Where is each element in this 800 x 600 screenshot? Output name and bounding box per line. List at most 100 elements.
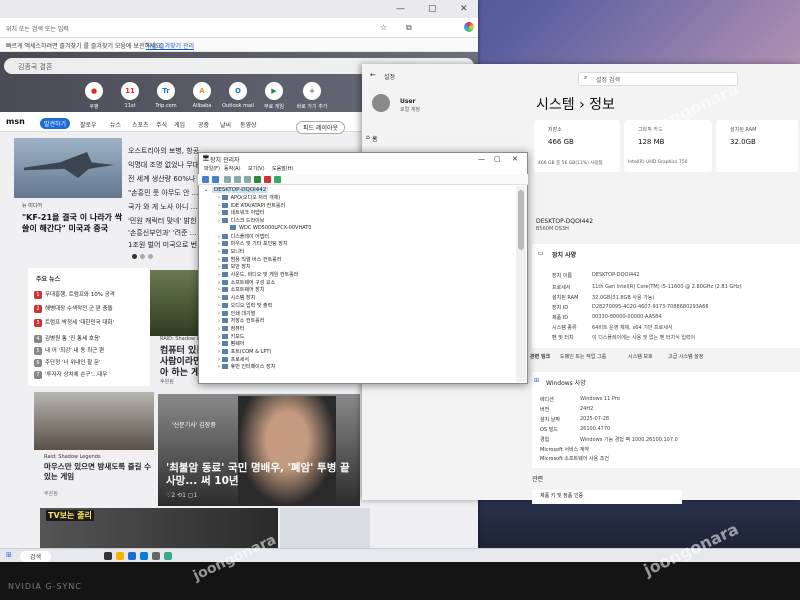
back-icon[interactable]: [202, 176, 209, 183]
device-tree-child[interactable]: WDC WD5000LPCX-00VHAT0: [230, 224, 311, 231]
device-category[interactable]: › 시스템 장치: [218, 294, 255, 301]
scan-icon[interactable]: [244, 176, 251, 183]
user-avatar[interactable]: [372, 94, 390, 112]
app-icon[interactable]: [164, 552, 172, 560]
top-news-item[interactable]: 5내 어 '최강' 내 동 최근 편: [34, 346, 154, 355]
manage-favorites-link[interactable]: 지금 즐겨찾기 관리: [146, 41, 194, 50]
minimize-icon[interactable]: —: [396, 4, 405, 14]
feature-news-headline[interactable]: '최불암 동료' 국민 명배우, '폐암' 투병 끝 사망... 써 10년: [166, 462, 356, 488]
msn-tab[interactable]: 동영상: [240, 120, 257, 129]
msn-tab[interactable]: 뉴스: [110, 120, 121, 129]
related-link-domain[interactable]: 도메인 또는 작업 그룹: [560, 353, 606, 360]
top-news-item[interactable]: 7 '투자자 상치에 손구'...대우: [34, 370, 154, 379]
start-icon[interactable]: ⊞: [6, 551, 12, 559]
device-category[interactable]: › 보안 장치: [218, 263, 251, 270]
maximize-icon[interactable]: ▢: [494, 155, 501, 163]
extensions-icon[interactable]: ⧉: [406, 23, 412, 33]
device-category[interactable]: › 디스크 드라이브: [218, 217, 264, 224]
quicklink-tile-5[interactable]: ▶ 무료 게임: [256, 82, 292, 110]
device-category[interactable]: › 키보드: [218, 333, 244, 340]
menu-view[interactable]: 보기(V): [248, 165, 265, 172]
device-category[interactable]: › 프로세서: [218, 356, 249, 363]
top-news-item[interactable]: 3 트럼프 박정세 '대한민국 대화': [34, 318, 154, 327]
msn-tab[interactable]: 게임: [174, 120, 185, 129]
msn-tab[interactable]: 팔로우: [80, 120, 97, 129]
quicklink-tile-4[interactable]: O Outlook mail: [220, 82, 256, 109]
device-category[interactable]: › 소프트웨어 장치: [218, 286, 264, 293]
properties-icon[interactable]: [224, 176, 231, 183]
msn-tab[interactable]: 날씨: [220, 120, 231, 129]
feed-layout-button[interactable]: 피드 레이아웃: [296, 121, 346, 134]
device-category[interactable]: › 오디오 입력 및 출력: [218, 302, 272, 309]
menu-action[interactable]: 동작(A): [224, 165, 241, 172]
enable-icon[interactable]: [274, 176, 281, 183]
spec-card-ram[interactable]: 설치된 RAM 32.0GB: [716, 120, 798, 172]
msn-tab[interactable]: 주식: [156, 120, 167, 129]
favorite-star-icon[interactable]: ☆: [380, 23, 387, 32]
device-category[interactable]: › 범용 직렬 버스 컨트롤러: [218, 256, 281, 263]
back-arrow-icon[interactable]: ←: [370, 71, 376, 79]
device-category[interactable]: › 인쇄 대기열: [218, 310, 255, 317]
store-icon[interactable]: [140, 552, 148, 560]
taskbar-search[interactable]: 검색: [20, 551, 52, 562]
maximize-icon[interactable]: ▢: [428, 4, 437, 14]
quicklink-tile-1[interactable]: 11 11st: [112, 82, 148, 109]
forward-icon[interactable]: [212, 176, 219, 183]
carousel-dot[interactable]: [148, 254, 153, 259]
ad-title-2[interactable]: 마우스만 있으면 방새도록 즐길 수 있는 게임: [44, 462, 152, 482]
settings-icon[interactable]: [152, 552, 160, 560]
reactions-bar[interactable]: ♡2 ⟲1 ▢1: [166, 492, 197, 499]
ms-license-link[interactable]: Microsoft 소프트웨어 사용 조건: [540, 455, 609, 462]
related-link-protection[interactable]: 시스템 보호: [628, 353, 653, 360]
msn-tab[interactable]: 공중: [198, 120, 209, 129]
top-news-item[interactable]: 2 해병대장 수색작전 군 판 충돌: [34, 304, 154, 313]
close-icon[interactable]: ✕: [460, 4, 468, 14]
ms-service-link[interactable]: Microsoft 서비스 계약: [540, 446, 589, 453]
device-category[interactable]: › 마우스 및 기타 포인팅 장치: [218, 240, 288, 247]
edge-icon[interactable]: [128, 552, 136, 560]
device-category[interactable]: › 컴퓨터: [218, 325, 244, 332]
related-link-advanced[interactable]: 고급 시스템 설정: [668, 353, 703, 360]
msn-tab[interactable]: 발견하기: [40, 118, 71, 129]
dm-scrollbar-thumb[interactable]: [518, 190, 524, 250]
task-view-icon[interactable]: [104, 552, 112, 560]
device-category[interactable]: › 펌웨어: [218, 340, 244, 347]
top-news-item[interactable]: 6 주단정 '너 위내인 할 문': [34, 358, 154, 367]
menu-help[interactable]: 도움말(H): [272, 165, 293, 172]
minimize-icon[interactable]: —: [478, 155, 485, 163]
product-key-item[interactable]: 제품 키 및 정품 인증: [532, 490, 682, 504]
msn-logo[interactable]: msn: [6, 117, 25, 126]
top-news-item[interactable]: 4 김병원 통 '진 통세 호응': [34, 334, 154, 343]
spec-card-storage[interactable]: 저장소 466 GB 466 GB 중 56 GB(11%) 사용됨: [534, 120, 620, 172]
device-category[interactable]: › 디스플레이 어댑터: [218, 233, 269, 240]
quicklink-tile-6[interactable]: + 바로 가기 추가: [294, 82, 330, 110]
address-bar[interactable]: 위치 또는 검색 또는 입력 ☆ ⧉: [0, 18, 478, 38]
nav-home[interactable]: 홈: [372, 134, 378, 143]
device-tree-root[interactable]: DESKTOP-DQOI442: [212, 187, 269, 193]
device-category[interactable]: › 휴먼 인터페이스 장치: [218, 363, 275, 370]
device-category[interactable]: › 네트워크 어댑터: [218, 209, 264, 216]
device-category[interactable]: › 사운드, 비디오 및 게임 컨트롤러: [218, 271, 298, 278]
uninstall-icon[interactable]: [264, 176, 271, 183]
device-category[interactable]: › 모니터: [218, 248, 244, 255]
copilot-icon[interactable]: [464, 22, 474, 32]
quicklink-tile-2[interactable]: Tr Trip.com: [148, 82, 184, 109]
help-icon[interactable]: [234, 176, 241, 183]
device-category[interactable]: › 포트(COM & LPT): [218, 348, 271, 355]
update-driver-icon[interactable]: [254, 176, 261, 183]
game-ad-image-2[interactable]: [34, 392, 154, 450]
quicklink-tile-0[interactable]: ● 쿠팡: [76, 82, 112, 110]
device-category[interactable]: › 소프트웨어 구성 요소: [218, 279, 275, 286]
quicklink-tile-3[interactable]: A Alibaba: [184, 82, 220, 109]
device-category[interactable]: › APO(오디오 처리 개체): [218, 194, 280, 201]
msn-tab[interactable]: 스포츠: [132, 120, 149, 129]
carousel-dot[interactable]: [140, 254, 145, 259]
carousel-dot[interactable]: [132, 254, 137, 259]
jet-thumbnail[interactable]: [280, 508, 370, 548]
file-explorer-icon[interactable]: [116, 552, 124, 560]
collapse-chevron-icon[interactable]: ⌄: [204, 187, 208, 193]
close-icon[interactable]: ✕: [512, 155, 518, 163]
device-category[interactable]: › 저장소 컨트롤러: [218, 317, 264, 324]
news-headline[interactable]: "KF-21을 결국 이 나라가 싹 쓸이 해간다" 미국과 중국: [22, 212, 132, 234]
menu-file[interactable]: 파일(F): [204, 165, 220, 172]
